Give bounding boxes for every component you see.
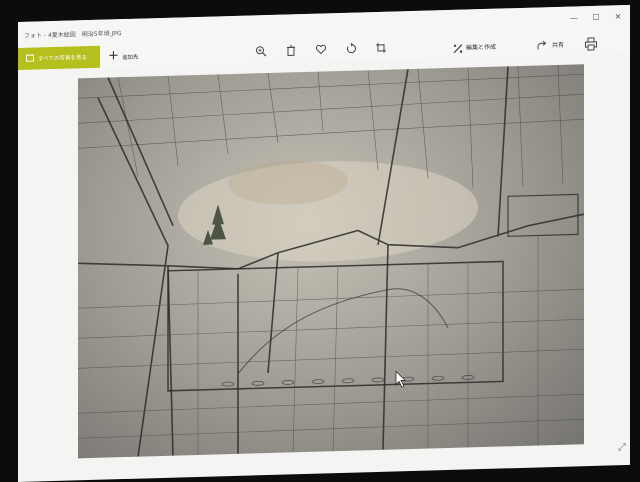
- edit-and-create-button[interactable]: 編集と作成: [452, 40, 464, 54]
- printer-icon: [584, 37, 598, 51]
- rotate-icon[interactable]: [344, 43, 358, 57]
- close-button[interactable]: ✕: [610, 11, 626, 23]
- minimize-button[interactable]: —: [566, 12, 582, 24]
- share-button[interactable]: 共有: [536, 37, 548, 51]
- photos-app-window: フォト - 4夏木絵図 明治5年頃.JPG — ☐ ✕ すべての写真を見る + …: [18, 5, 630, 482]
- share-icon: [536, 40, 548, 52]
- favorite-icon[interactable]: [314, 43, 328, 57]
- zoom-icon[interactable]: [254, 45, 268, 59]
- delete-icon[interactable]: [284, 44, 298, 58]
- plus-icon: +: [108, 48, 119, 64]
- map-photo[interactable]: [78, 64, 584, 458]
- expand-icon[interactable]: ⤢: [618, 442, 626, 453]
- share-label: 共有: [552, 40, 564, 49]
- old-map-drawing: [78, 64, 584, 458]
- print-button[interactable]: [584, 36, 598, 50]
- see-all-photos-button[interactable]: すべての写真を見る: [18, 46, 100, 70]
- edit-and-create-label: 編集と作成: [466, 42, 496, 52]
- add-to-label: 追加先: [122, 53, 139, 61]
- photos-icon: [26, 55, 34, 62]
- see-all-photos-label: すべての写真を見る: [38, 53, 87, 62]
- edit-icon: [452, 43, 464, 55]
- window-title: フォト - 4夏木絵図 明治5年頃.JPG: [24, 28, 122, 40]
- crop-icon[interactable]: [374, 42, 388, 56]
- maximize-button[interactable]: ☐: [588, 12, 604, 24]
